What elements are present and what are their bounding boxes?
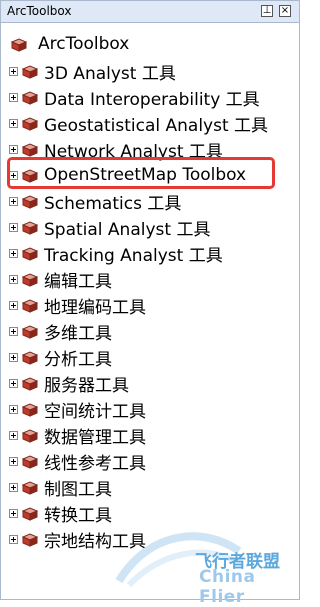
toolbox-icon <box>21 247 39 261</box>
expand-plus-icon[interactable] <box>9 144 18 154</box>
expand-plus-icon[interactable] <box>9 352 18 362</box>
expand-plus-icon[interactable] <box>9 118 18 128</box>
expand-plus-icon[interactable] <box>9 430 18 440</box>
tree-item-label: 制图工具 <box>44 479 112 500</box>
tree-item[interactable]: Tracking Analyst 工具 <box>9 241 223 266</box>
toolbox-icon <box>10 38 28 52</box>
tree-item-label: 分析工具 <box>44 349 112 370</box>
tree-item-label: Spatial Analyst 工具 <box>44 219 211 240</box>
expand-plus-icon[interactable] <box>9 222 18 232</box>
expand-plus-icon[interactable] <box>9 300 18 310</box>
tree-item[interactable]: Schematics 工具 <box>9 189 182 214</box>
tree-item-label: Schematics 工具 <box>44 193 182 214</box>
toolbox-icon <box>21 143 39 157</box>
tree-item[interactable]: 数据管理工具 <box>9 423 146 448</box>
toolbox-icon <box>21 221 39 235</box>
title-bar: ArcToolbox ⊥ × <box>1 1 299 23</box>
toolbox-icon <box>21 533 39 547</box>
tree-item[interactable]: 线性参考工具 <box>9 449 146 474</box>
expand-plus-icon[interactable] <box>9 274 18 284</box>
close-icon[interactable]: × <box>279 5 291 17</box>
tree-item[interactable]: Spatial Analyst 工具 <box>9 215 211 240</box>
expand-plus-icon[interactable] <box>9 196 18 206</box>
toolbox-icon <box>21 351 39 365</box>
tree-item[interactable]: Geostatistical Analyst 工具 <box>9 111 269 136</box>
toolbox-icon <box>21 195 39 209</box>
tree-root[interactable]: ArcToolbox <box>7 33 129 55</box>
expand-plus-icon[interactable] <box>9 456 18 466</box>
toolbox-icon <box>21 377 39 391</box>
tree-item[interactable]: 转换工具 <box>9 501 112 526</box>
watermark-text-en: China Flier <box>199 567 256 607</box>
expand-plus-icon[interactable] <box>9 92 18 102</box>
tree-item[interactable]: 地理编码工具 <box>9 293 146 318</box>
tree-item-label: 编辑工具 <box>44 271 112 292</box>
tree-item[interactable]: 制图工具 <box>9 475 112 500</box>
toolbox-icon <box>21 65 39 79</box>
expand-plus-icon[interactable] <box>9 248 18 258</box>
tree-item[interactable]: 空间统计工具 <box>9 397 146 422</box>
tree-item[interactable]: 分析工具 <box>9 345 112 370</box>
toolbox-icon <box>21 117 39 131</box>
tree-root-label: ArcToolbox <box>38 34 130 54</box>
tree-item-label: Geostatistical Analyst 工具 <box>44 115 269 136</box>
toolbox-icon <box>21 455 39 469</box>
toolbox-icon <box>21 273 39 287</box>
expand-plus-icon[interactable] <box>9 326 18 336</box>
expand-plus-icon[interactable] <box>9 378 18 388</box>
window-title: ArcToolbox <box>7 4 72 18</box>
tree-item-label: 服务器工具 <box>44 375 129 396</box>
toolbox-icon <box>21 403 39 417</box>
tree-item-label: 多维工具 <box>44 323 112 344</box>
toolbox-icon <box>21 481 39 495</box>
tree-item-label: 数据管理工具 <box>44 427 146 448</box>
tree-item-label: Tracking Analyst 工具 <box>44 245 223 266</box>
toolbox-icon <box>21 507 39 521</box>
pin-icon[interactable]: ⊥ <box>261 5 273 17</box>
tree-item[interactable]: 编辑工具 <box>9 267 112 292</box>
tree-item-label: 3D Analyst 工具 <box>44 63 176 84</box>
tree-item-label: 线性参考工具 <box>44 453 146 474</box>
highlight-box <box>7 157 275 189</box>
expand-plus-icon[interactable] <box>9 404 18 414</box>
tree-item[interactable]: 服务器工具 <box>9 371 129 396</box>
toolbox-icon <box>21 429 39 443</box>
expand-plus-icon[interactable] <box>9 66 18 76</box>
tree-item-label: 空间统计工具 <box>44 401 146 422</box>
expand-plus-icon[interactable] <box>9 534 18 544</box>
tree-item[interactable]: 3D Analyst 工具 <box>9 59 176 84</box>
tree-item[interactable]: 多维工具 <box>9 319 112 344</box>
tree-item-label: 地理编码工具 <box>44 297 146 318</box>
toolbox-icon <box>21 325 39 339</box>
tree-item[interactable]: Data Interoperability 工具 <box>9 85 260 110</box>
tree-item-label: 转换工具 <box>44 505 112 526</box>
expand-plus-icon[interactable] <box>9 508 18 518</box>
toolbox-icon <box>21 299 39 313</box>
tree-item-label: Data Interoperability 工具 <box>44 89 260 110</box>
arctoolbox-window: ArcToolbox ⊥ × ArcToolbox 3D Analyst 工具 D… <box>0 0 300 607</box>
toolbox-icon <box>21 91 39 105</box>
expand-plus-icon[interactable] <box>9 482 18 492</box>
